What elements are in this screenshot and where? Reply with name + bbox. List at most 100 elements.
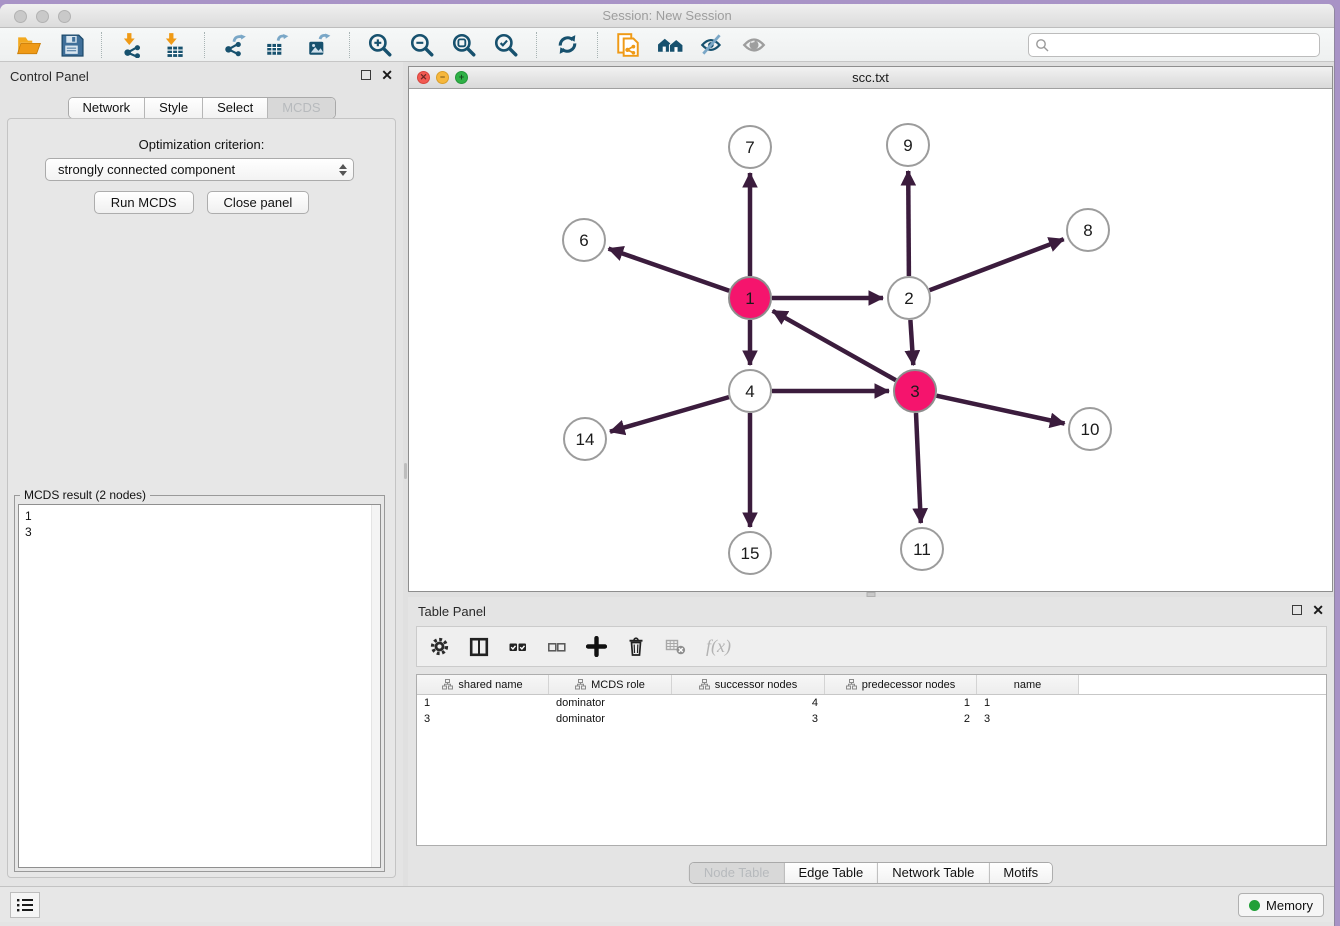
table-row[interactable]: 3 dominator 3 2 3 (417, 711, 1326, 727)
graph-edge-4-14[interactable] (610, 397, 729, 432)
column-header-predecessor-nodes[interactable]: predecessor nodes (825, 675, 977, 694)
float-panel-icon[interactable] (361, 70, 371, 80)
float-panel-icon[interactable] (1292, 605, 1302, 615)
network-graph: 7968124314101511 (409, 89, 1332, 591)
delete-column-button[interactable] (626, 636, 646, 657)
tab-network[interactable]: Network (68, 98, 145, 118)
zoom-out-button[interactable] (405, 30, 439, 60)
graph-edge-2-3[interactable] (910, 320, 913, 365)
import-table-icon (161, 32, 187, 58)
search-input[interactable] (1028, 33, 1320, 57)
checked-boxes-icon (508, 637, 528, 657)
graph-node-label: 15 (741, 544, 760, 563)
column-header-shared-name[interactable]: shared name (417, 675, 549, 694)
import-network-button[interactable] (115, 30, 149, 60)
network-canvas[interactable]: 7968124314101511 (409, 89, 1332, 591)
zoom-window-button[interactable] (58, 10, 71, 23)
column-header-name[interactable]: name (977, 675, 1079, 694)
toolbar-separator (349, 32, 350, 58)
cell-mcds-role: dominator (549, 713, 672, 725)
minimize-window-button[interactable] (36, 10, 49, 23)
table-row[interactable]: 1 dominator 4 1 1 (417, 695, 1326, 711)
export-image-button[interactable] (302, 30, 336, 60)
export-network-button[interactable] (218, 30, 252, 60)
import-table-button[interactable] (157, 30, 191, 60)
graph-edge-1-6[interactable] (609, 249, 730, 291)
tab-style[interactable]: Style (145, 98, 203, 118)
column-view-button[interactable] (469, 637, 489, 657)
list-icon (16, 897, 34, 913)
hierarchy-sort-icon (442, 679, 453, 690)
clone-network-button[interactable] (611, 30, 645, 60)
optimization-criterion-dropdown[interactable]: strongly connected component (45, 158, 354, 181)
hierarchy-sort-icon (575, 679, 586, 690)
table-options-button[interactable] (429, 636, 450, 657)
tab-select[interactable]: Select (203, 98, 268, 118)
delete-table-button[interactable] (665, 638, 687, 656)
close-window-button[interactable] (14, 10, 27, 23)
export-table-icon (264, 32, 290, 58)
open-session-button[interactable] (12, 30, 46, 60)
zoom-fit-icon (451, 32, 477, 58)
zoom-selected-button[interactable] (489, 30, 523, 60)
app-title: Session: New Session (0, 4, 1334, 27)
graph-edge-3-1[interactable] (773, 311, 896, 380)
close-panel-icon[interactable]: ✕ (381, 70, 393, 80)
workspace: Control Panel ✕ Network Style Select MCD… (0, 62, 1334, 886)
select-all-button[interactable] (508, 637, 528, 657)
deselect-all-button[interactable] (547, 637, 567, 657)
tab-mcds[interactable]: MCDS (268, 98, 334, 118)
export-table-button[interactable] (260, 30, 294, 60)
network-close-button[interactable]: ✕ (417, 71, 430, 84)
zoom-in-button[interactable] (363, 30, 397, 60)
table-panel-tabs: Node Table Edge Table Network Table Moti… (689, 862, 1053, 884)
tab-edge-table[interactable]: Edge Table (784, 863, 878, 883)
mcds-result-line: 1 (25, 508, 374, 524)
plus-icon (586, 636, 607, 657)
mcds-result-textarea[interactable]: 1 3 (18, 504, 381, 868)
save-session-button[interactable] (54, 30, 88, 60)
graph-edge-2-8[interactable] (930, 239, 1064, 290)
save-floppy-icon (59, 32, 84, 57)
control-panel: Control Panel ✕ Network Style Select MCD… (0, 62, 403, 886)
tab-motifs[interactable]: Motifs (989, 863, 1052, 883)
clone-network-icon (615, 32, 641, 58)
run-mcds-button[interactable]: Run MCDS (94, 191, 194, 214)
apply-function-button[interactable]: f(x) (706, 636, 731, 657)
toolbar-separator (536, 32, 537, 58)
gear-icon (429, 636, 450, 657)
graph-node-label: 2 (904, 289, 913, 308)
mcds-result-title: MCDS result (2 nodes) (20, 488, 150, 502)
column-header-successor-nodes[interactable]: successor nodes (672, 675, 825, 694)
first-neighbors-button[interactable] (653, 30, 687, 60)
refresh-layout-button[interactable] (550, 30, 584, 60)
network-minimize-button[interactable]: − (436, 71, 449, 84)
node-table: shared name MCDS role successor nodes (416, 674, 1327, 846)
zoom-fit-button[interactable] (447, 30, 481, 60)
graph-edge-2-9[interactable] (908, 171, 909, 276)
hide-selected-button[interactable] (695, 30, 729, 60)
tab-node-table[interactable]: Node Table (690, 863, 785, 883)
column-header-mcds-role[interactable]: MCDS role (549, 675, 672, 694)
toolbar-separator (204, 32, 205, 58)
tab-network-table[interactable]: Network Table (878, 863, 989, 883)
add-column-button[interactable] (586, 636, 607, 657)
graph-edge-3-10[interactable] (937, 396, 1065, 424)
close-panel-icon[interactable]: ✕ (1312, 605, 1324, 615)
refresh-icon (555, 32, 580, 57)
optimization-criterion-label: Optimization criterion: (8, 137, 395, 152)
graph-node-label: 10 (1081, 420, 1100, 439)
hierarchy-sort-icon (846, 679, 857, 690)
memory-button[interactable]: Memory (1238, 893, 1324, 917)
show-all-button[interactable] (737, 30, 771, 60)
cell-shared-name: 3 (417, 713, 549, 725)
close-panel-button[interactable]: Close panel (207, 191, 310, 214)
task-history-button[interactable] (10, 892, 40, 918)
empty-boxes-icon (547, 637, 567, 657)
cell-predecessor-nodes: 2 (825, 713, 977, 725)
columns-icon (469, 637, 489, 657)
network-maximize-button[interactable]: + (455, 71, 468, 84)
right-area: ✕ − + scc.txt 7968124314101511 Table Pan… (408, 62, 1334, 886)
graph-edge-3-11[interactable] (916, 413, 921, 523)
table-toolbar: f(x) (416, 626, 1327, 667)
